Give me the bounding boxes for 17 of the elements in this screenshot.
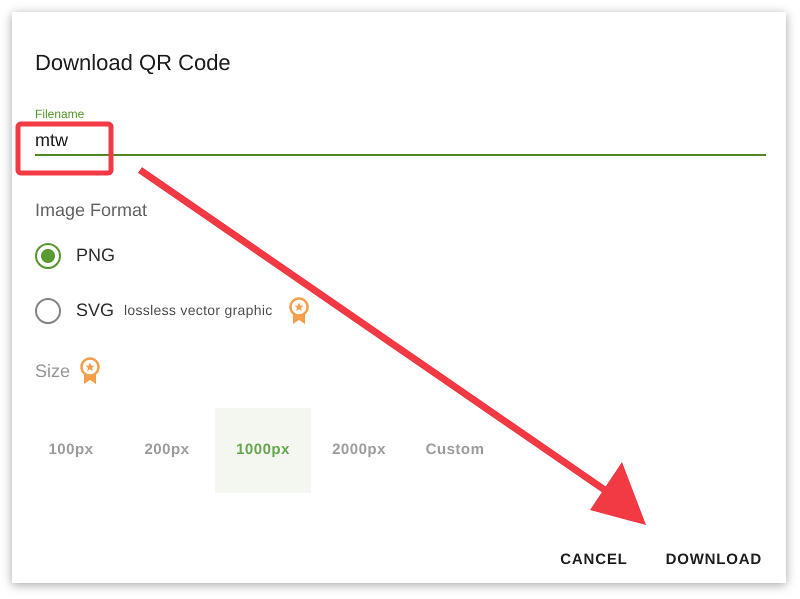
- size-option[interactable]: 200px: [119, 408, 215, 493]
- section-label: Image Format: [35, 199, 148, 222]
- field-label: Filename: [35, 106, 84, 122]
- download-button[interactable]: DOWNLOAD: [656, 543, 772, 578]
- size-option[interactable]: 100px: [23, 408, 119, 493]
- dialog-title: Download QR Code: [35, 49, 232, 77]
- filename-field[interactable]: mtw: [35, 126, 766, 156]
- radio-label: SVG: [76, 299, 114, 322]
- option-note: lossless vector graphic: [124, 301, 273, 320]
- radio-label: PNG: [76, 244, 116, 267]
- size-option[interactable]: 1000px: [215, 408, 311, 493]
- radio-button[interactable]: [35, 242, 61, 268]
- cancel-button[interactable]: CANCEL: [550, 543, 638, 578]
- size-option[interactable]: Custom: [407, 408, 503, 493]
- radio-button[interactable]: [35, 298, 61, 324]
- section-label: Size: [35, 360, 70, 382]
- size-option[interactable]: 2000px: [311, 408, 407, 493]
